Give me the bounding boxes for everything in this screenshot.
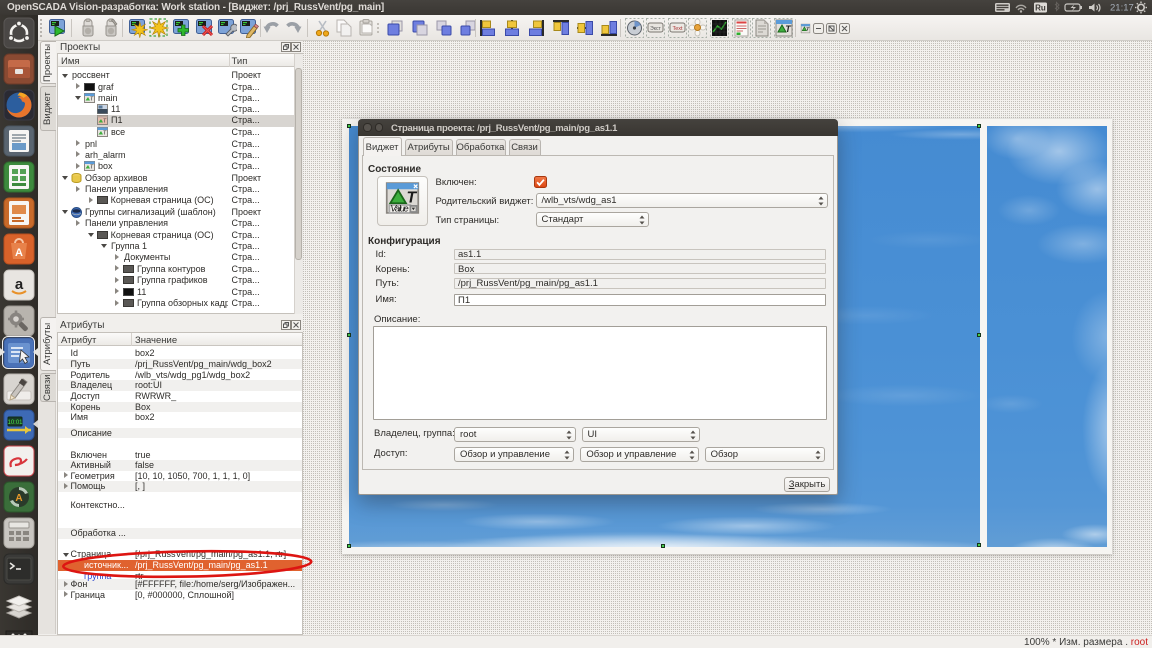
svg-text:A: A xyxy=(15,247,23,259)
svg-text:Text: Text xyxy=(672,26,683,32)
svg-text:a: a xyxy=(15,276,24,293)
svg-text:10:01: 10:01 xyxy=(7,420,23,426)
svg-text:Ru: Ru xyxy=(1035,4,1046,13)
svg-text:Value: Value xyxy=(390,204,408,214)
svg-text:21:17: 21:17 xyxy=(1110,3,1134,14)
svg-text:A: A xyxy=(15,493,22,504)
svg-text:Экст: Экст xyxy=(650,26,661,32)
